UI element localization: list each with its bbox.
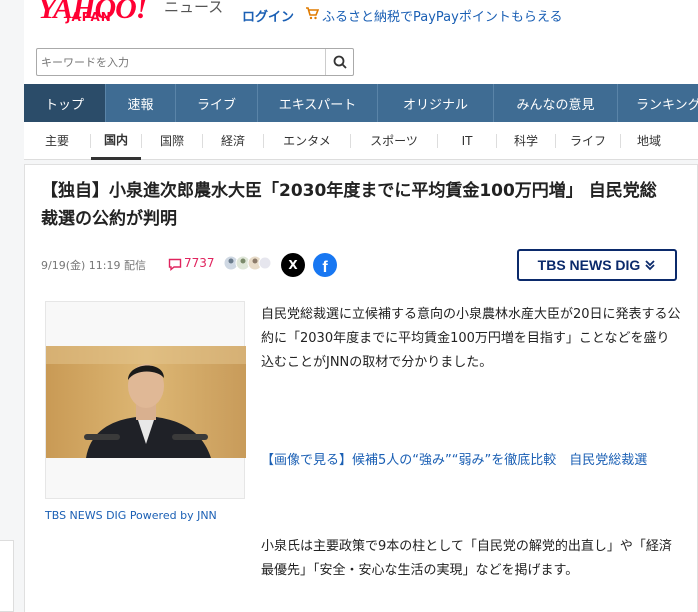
article-paragraph-2: 小泉氏は主要政策で9本の柱として「自民党の解党的出直し」や「経済最優先」「安全・… <box>261 539 672 578</box>
subnav-entame[interactable]: エンタメ <box>264 122 350 160</box>
subnav-kagaku[interactable]: 科学 <box>497 122 555 160</box>
search-button[interactable] <box>325 49 353 75</box>
nav-expert[interactable]: エキスパート <box>258 84 378 122</box>
subnav-kokunai[interactable]: 国内 <box>91 122 141 160</box>
page: YAHOO! JAPAN ニュース ログイン ふるさと納税でPayPayポイント… <box>0 0 698 612</box>
comment-count[interactable]: 7737 <box>184 256 215 270</box>
subnav-sports[interactable]: スポーツ <box>351 122 437 160</box>
search-icon <box>333 55 347 69</box>
left-panel-edge <box>0 540 14 612</box>
image-caption[interactable]: TBS NEWS DIG Powered by JNN <box>45 509 217 522</box>
nav-minna-iken[interactable]: みんなの意見 <box>494 84 618 122</box>
search-input[interactable] <box>39 51 327 73</box>
nav-ranking[interactable]: ランキング <box>618 84 698 122</box>
top-header: YAHOO! JAPAN ニュース ログイン ふるさと納税でPayPayポイント… <box>24 0 698 84</box>
yahoo-logo-sub: JAPAN <box>66 10 112 24</box>
chevron-down-icon <box>645 260 655 271</box>
article-card: 【独自】小泉進次郎農水大臣「2030年度までに平均賃金100万円増」 自民党総裁… <box>24 164 698 612</box>
subnav-it[interactable]: IT <box>438 122 496 160</box>
related-image-link[interactable]: 【画像で見る】候補5人の“強み”“弱み”を徹底比較 自民党総裁選 <box>261 449 681 473</box>
nav-live[interactable]: ライブ <box>176 84 258 122</box>
article-title: 【独自】小泉進次郎農水大臣「2030年度までに平均賃金100万円増」 自民党総裁… <box>41 181 657 229</box>
share-x-button[interactable]: X <box>281 253 305 277</box>
cart-icon <box>306 7 319 20</box>
search-box <box>36 48 354 76</box>
subnav-kokusai[interactable]: 国際 <box>142 122 202 160</box>
subnav-shuyo[interactable]: 主要 <box>24 122 90 160</box>
article-image-frame[interactable] <box>45 301 246 499</box>
article-paragraph-1: 自民党総裁選に立候補する意向の小泉農林水産大臣が20日に発表する公約に「2030… <box>261 307 681 370</box>
article-photo[interactable] <box>46 346 246 458</box>
subnav-chiiki[interactable]: 地域 <box>621 122 677 160</box>
reaction-avatars-icon <box>223 255 271 271</box>
furusato-promo-link[interactable]: ふるさと納税でPayPayポイントもらえる <box>322 6 562 25</box>
provider-logo[interactable]: TBS NEWS DIG <box>517 249 677 281</box>
article-date: 9/19(金) 11:19 配信 <box>41 259 146 272</box>
news-logo-text[interactable]: ニュース <box>164 0 223 17</box>
nav-sokuho[interactable]: 速報 <box>106 84 176 122</box>
provider-logo-text: TBS NEWS DIG <box>537 257 641 273</box>
main-nav: トップ 速報 ライブ エキスパート オリジナル みんなの意見 ランキング <box>24 84 698 122</box>
nav-top[interactable]: トップ <box>24 84 106 122</box>
subnav-life[interactable]: ライフ <box>556 122 620 160</box>
left-strip <box>0 0 24 612</box>
login-link[interactable]: ログイン <box>242 6 294 25</box>
comment-icon[interactable] <box>168 258 182 271</box>
nav-original[interactable]: オリジナル <box>378 84 494 122</box>
share-facebook-button[interactable]: f <box>313 253 337 277</box>
category-nav: 主要 国内 国際 経済 エンタメ スポーツ IT 科学 ライフ 地域 <box>24 122 698 160</box>
subnav-keizai[interactable]: 経済 <box>203 122 263 160</box>
main-column: YAHOO! JAPAN ニュース ログイン ふるさと納税でPayPayポイント… <box>24 0 698 612</box>
